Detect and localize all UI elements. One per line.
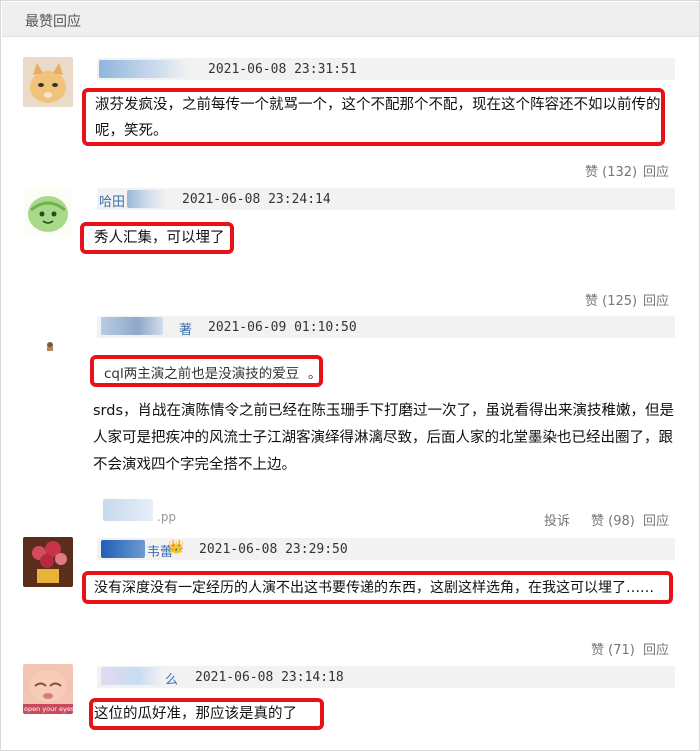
like-button[interactable]: 赞 (98) <box>591 510 635 529</box>
comment-time: 2021-06-08 23:24:14 <box>182 192 331 207</box>
like-button[interactable]: 赞 (132) <box>585 161 637 180</box>
small-avatar-icon <box>47 342 53 351</box>
comments-panel: 最赞回应 2021-06-08 23:31:51 淑芬发疯没，之前每传一个就骂一… <box>0 0 700 751</box>
comment-time: 2021-06-09 01:10:50 <box>208 320 357 335</box>
comment-time: 2021-06-08 23:29:50 <box>199 542 348 557</box>
username-blur <box>127 190 167 208</box>
avatar-caption: open your eyes <box>24 705 73 713</box>
username[interactable] <box>99 60 189 78</box>
avatar[interactable]: open your eyes <box>23 664 73 714</box>
source-thumbnail <box>103 499 153 521</box>
quote-tail: 。 <box>308 366 322 382</box>
comment-text: 没有深度没有一定经历的人演不出这书要传递的东西，这剧这样选角，在我这可以埋了…… <box>94 580 654 596</box>
username-blur[interactable] <box>101 667 163 685</box>
reply-button[interactable]: 回应 <box>643 161 669 180</box>
avatar[interactable] <box>45 336 55 351</box>
comment-time: 2021-06-08 23:14:18 <box>195 670 344 685</box>
source-text: .pp <box>157 510 177 524</box>
bouquet-avatar-icon <box>23 537 73 587</box>
comment-text: 这位的瓜好准，那应该是真的了 <box>94 706 297 722</box>
username-blur[interactable] <box>101 317 163 335</box>
avatar[interactable] <box>23 57 73 107</box>
comment-text: srds，肖战在演陈情令之前已经在陈玉珊手下打磨过一次了，虽说看得出来演技稚嫩，… <box>93 403 675 473</box>
username-blur[interactable] <box>101 540 145 558</box>
cat-avatar-icon <box>23 57 73 107</box>
comment-meta <box>97 666 675 688</box>
avatar[interactable] <box>23 186 73 236</box>
crown-icon: 👑 <box>168 540 185 555</box>
melon-avatar-icon <box>23 186 73 236</box>
section-title: 最赞回应 <box>25 14 81 30</box>
reply-button[interactable]: 回应 <box>643 510 669 529</box>
like-button[interactable]: 赞 (71) <box>591 639 635 658</box>
avatar[interactable] <box>23 537 73 587</box>
username[interactable]: 著 <box>179 319 192 338</box>
section-header: 最赞回应 <box>2 2 699 37</box>
comment-text: 秀人汇集，可以埋了 <box>94 230 225 246</box>
comment-text: 淑芬发疯没，之前每传一个就骂一个，这个不配那个不配，现在这个阵容还不如以前传的 … <box>95 97 661 139</box>
username[interactable]: 哈田 <box>99 191 125 210</box>
reply-button[interactable]: 回应 <box>643 290 669 309</box>
report-button[interactable]: 投诉 <box>544 510 570 529</box>
username[interactable]: 么 <box>165 669 178 688</box>
comment-time: 2021-06-08 23:31:51 <box>208 62 357 77</box>
quote-text: cql两主演之前也是没演技的爱豆 <box>104 366 300 382</box>
reply-button[interactable]: 回应 <box>643 639 669 658</box>
like-button[interactable]: 赞 (125) <box>585 290 637 309</box>
